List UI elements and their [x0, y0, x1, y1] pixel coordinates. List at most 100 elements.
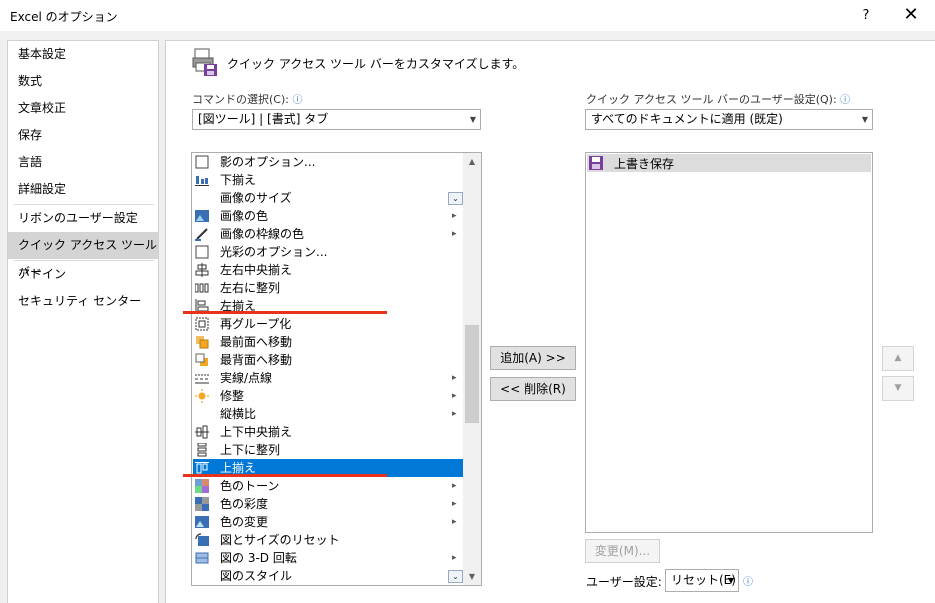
- list-item-label: 左右に整列: [220, 281, 281, 295]
- list-item[interactable]: 修整 ▸: [193, 387, 463, 405]
- list-item[interactable]: 図のスタイル ⌄: [193, 567, 463, 585]
- highlight-underline: [183, 311, 387, 314]
- list-item[interactable]: 画像のサイズ ⌄: [193, 189, 463, 207]
- submenu-arrow-icon: ▸: [452, 481, 457, 491]
- list-item-label: 上書き保存: [614, 157, 675, 171]
- regroup-icon: [195, 317, 209, 331]
- highlight-underline: [183, 474, 387, 477]
- list-item[interactable]: 光彩のオプション...: [193, 243, 463, 261]
- list-item[interactable]: 左右に整列: [193, 279, 463, 297]
- list-item-label: 図のスタイル: [220, 569, 293, 583]
- list-item-label: 修整: [220, 389, 245, 403]
- list-item-label: 下揃え: [220, 173, 257, 187]
- list-item[interactable]: 最背面へ移動: [193, 351, 463, 369]
- dropdown-arrow-icon: ▼: [469, 115, 476, 124]
- list-item[interactable]: 色の彩度 ▸: [193, 495, 463, 513]
- list-item-label: 色の彩度: [220, 497, 269, 511]
- align-bottom-icon: [195, 173, 209, 187]
- options-nav: 基本設定 数式 文章校正 保存 言語 詳細設定 リボンのユーザー設定 クイック …: [7, 40, 159, 603]
- distribute-vertical-icon: [195, 442, 209, 457]
- list-item[interactable]: 下揃え: [193, 171, 463, 189]
- list-item-label: 最背面へ移動: [220, 353, 293, 367]
- qat-list[interactable]: 上書き保存: [585, 152, 873, 533]
- distribute-horizontal-icon: [194, 281, 209, 295]
- nav-item-addins[interactable]: アドイン: [8, 261, 158, 288]
- list-item[interactable]: 上書き保存: [587, 154, 871, 172]
- list-item[interactable]: 画像の枠線の色 ▸: [193, 225, 463, 243]
- modify-button[interactable]: 変更(M)...: [585, 539, 660, 563]
- list-item-label: 画像の色: [220, 209, 269, 223]
- list-item[interactable]: 画像の色 ▸: [193, 207, 463, 225]
- info-icon: ⓘ: [840, 95, 851, 106]
- list-item-label: 左右中央揃え: [220, 263, 293, 277]
- list-item[interactable]: 左右中央揃え: [193, 261, 463, 279]
- close-button[interactable]: ✕: [897, 4, 925, 28]
- picture-color-icon: [195, 209, 209, 223]
- list-item[interactable]: 再グループ化: [193, 315, 463, 333]
- nav-item-quick-access-toolbar[interactable]: クイック アクセス ツール バー: [8, 232, 158, 279]
- submenu-arrow-icon: ▸: [452, 211, 457, 221]
- align-top-icon: [195, 461, 209, 475]
- list-item[interactable]: 縦横比 ▸: [193, 405, 463, 423]
- color-tone-icon: [195, 479, 209, 493]
- reset-dropdown[interactable]: リセット(E) ▼: [665, 569, 739, 592]
- choose-commands-text: コマンドの選択(C):: [192, 93, 289, 106]
- nav-item-save[interactable]: 保存: [8, 122, 158, 149]
- nav-item-language[interactable]: 言語: [8, 149, 158, 176]
- commands-scrollbar[interactable]: ▲ ▼: [463, 153, 481, 585]
- list-item[interactable]: 影のオプション...: [193, 153, 463, 171]
- list-item[interactable]: 色のトーン ▸: [193, 477, 463, 495]
- list-item[interactable]: 図の 3-D 回転 ▸: [193, 549, 463, 567]
- nav-item-advanced[interactable]: 詳細設定: [8, 176, 158, 203]
- choose-commands-dropdown[interactable]: [図ツール] | [書式] タブ ▼: [192, 109, 481, 130]
- window-title: Excel のオプション: [10, 10, 118, 24]
- list-item-label: 影のオプション...: [220, 155, 316, 169]
- list-item[interactable]: 色の変更 ▸: [193, 513, 463, 531]
- nav-item-proofing[interactable]: 文章校正: [8, 95, 158, 122]
- expander-icon[interactable]: ⌄: [448, 570, 463, 583]
- list-item[interactable]: 実線/点線 ▸: [193, 369, 463, 387]
- help-button[interactable]: ?: [852, 4, 880, 28]
- submenu-arrow-icon: ▸: [452, 517, 457, 527]
- info-icon: ⓘ: [743, 577, 753, 588]
- list-item-label: 縦横比: [220, 407, 257, 421]
- align-center-icon: [195, 263, 209, 277]
- rotate-3d-icon: [195, 551, 209, 565]
- commands-list[interactable]: 影のオプション... 下揃え 画像のサイズ ⌄ 画像の色 ▸ 画像の枠線の色 ▸…: [191, 152, 482, 586]
- dropdown-arrow-icon: ▼: [861, 115, 868, 124]
- nav-item-formulas[interactable]: 数式: [8, 68, 158, 95]
- save-icon: [589, 156, 603, 173]
- scroll-down-button[interactable]: ▼: [463, 568, 481, 585]
- user-settings-label: ユーザー設定:: [586, 575, 662, 589]
- title-bar: [0, 0, 935, 31]
- nav-item-general[interactable]: 基本設定: [8, 41, 158, 68]
- move-down-button[interactable]: ▼: [882, 376, 914, 401]
- submenu-arrow-icon: ▸: [452, 229, 457, 239]
- list-item[interactable]: 上下に整列: [193, 441, 463, 459]
- list-item-label: 再グループ化: [220, 317, 292, 331]
- expander-icon[interactable]: ⌄: [448, 192, 463, 205]
- customize-qat-text: クイック アクセス ツール バーのユーザー設定(Q):: [586, 93, 837, 106]
- list-item[interactable]: 上下中央揃え: [193, 423, 463, 441]
- align-middle-icon: [195, 425, 209, 439]
- list-item[interactable]: 図とサイズのリセット: [193, 531, 463, 549]
- add-button[interactable]: 追加(A) >>: [490, 346, 576, 370]
- customize-qat-dropdown[interactable]: すべてのドキュメントに適用 (既定) ▼: [585, 109, 873, 130]
- page-heading: クイック アクセス ツール バーをカスタマイズします。: [227, 57, 525, 71]
- submenu-arrow-icon: ▸: [452, 373, 457, 383]
- nav-item-customize-ribbon[interactable]: リボンのユーザー設定: [8, 205, 158, 232]
- reset-picture-icon: [195, 533, 209, 547]
- list-item[interactable]: 最前面へ移動: [193, 333, 463, 351]
- remove-button[interactable]: << 削除(R): [490, 377, 576, 401]
- send-back-icon: [195, 353, 209, 367]
- reset-dropdown-label: リセット(E): [671, 573, 736, 587]
- list-item-label: 上下中央揃え: [220, 425, 293, 439]
- nav-item-trust-center[interactable]: セキュリティ センター: [8, 288, 158, 315]
- checkbox-icon: [195, 245, 209, 259]
- pen-icon: [195, 227, 209, 241]
- info-icon: ⓘ: [292, 95, 303, 106]
- scroll-thumb[interactable]: [465, 325, 479, 423]
- scroll-up-button[interactable]: ▲: [463, 153, 481, 170]
- sun-icon: [195, 389, 209, 403]
- move-up-button[interactable]: ▲: [882, 346, 914, 371]
